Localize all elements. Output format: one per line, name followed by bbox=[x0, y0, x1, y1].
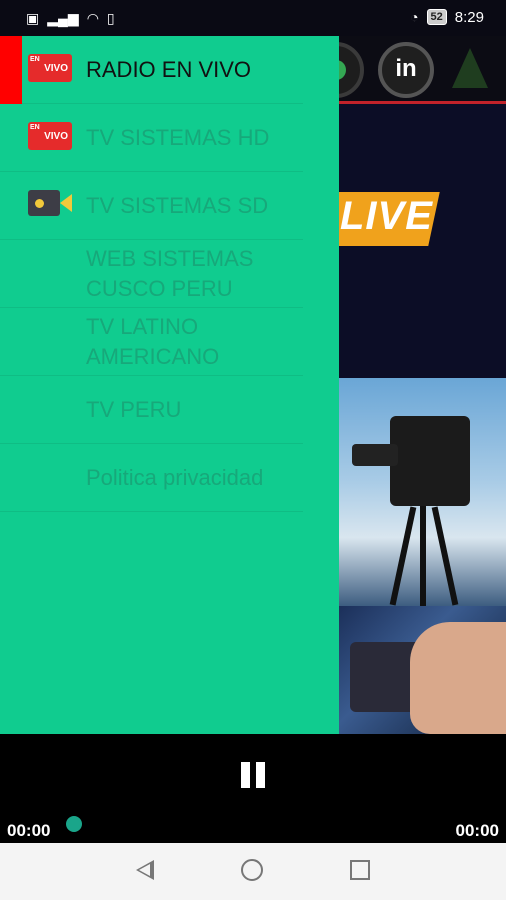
en-vivo-icon: VIVO bbox=[28, 54, 72, 82]
system-nav-bar bbox=[0, 843, 506, 900]
menu-item-label: TV LATINO AMERICANO bbox=[86, 313, 220, 369]
menu-item-label: RADIO EN VIVO bbox=[86, 56, 252, 82]
menu-item-radio-en-vivo[interactable]: VIVO RADIO EN VIVO bbox=[0, 36, 303, 104]
menu-item-label: TV SISTEMAS HD bbox=[86, 124, 270, 150]
tripod-leg bbox=[420, 506, 426, 606]
menu-item-tv-sistemas-hd[interactable]: VIVO TV SISTEMAS HD bbox=[0, 104, 303, 172]
camera-body-shape bbox=[390, 416, 470, 506]
pause-icon[interactable] bbox=[241, 762, 267, 788]
signal-icon: ▂▄▆ bbox=[47, 10, 79, 26]
menu-item-politica[interactable]: Politica privacidad bbox=[0, 444, 303, 512]
status-bar: ▣ ▂▄▆ ◠ ▯ ◔ 52 8:29 bbox=[0, 0, 506, 36]
elapsed-time: 00:00 bbox=[7, 821, 51, 840]
menu-item-label: TV PERU bbox=[86, 396, 182, 422]
active-indicator bbox=[0, 36, 22, 104]
wifi-icon: ◠ bbox=[86, 10, 99, 26]
navigation-drawer: VIVO RADIO EN VIVO VIVO TV SISTEMAS HD T… bbox=[0, 36, 339, 734]
status-time: 8:29 bbox=[454, 8, 484, 26]
battery-icon: 52 bbox=[426, 9, 447, 25]
menu-item-tv-sistemas-sd[interactable]: TV SISTEMAS SD bbox=[0, 172, 303, 240]
menu-item-label: Politica privacidad bbox=[86, 464, 264, 490]
hand-shape bbox=[410, 622, 506, 734]
tree-icon[interactable] bbox=[452, 48, 488, 88]
en-vivo-icon: VIVO bbox=[28, 122, 72, 150]
linkedin-icon[interactable]: in bbox=[378, 42, 434, 98]
live-text: LIVE bbox=[340, 194, 433, 238]
menu-item-label: WEB SISTEMAS CUSCO PERU bbox=[86, 245, 254, 301]
menu-item-label: TV SISTEMAS SD bbox=[86, 192, 269, 218]
menu-item-tv-latino[interactable]: TV LATINO AMERICANO bbox=[0, 308, 303, 376]
back-icon[interactable] bbox=[136, 860, 154, 880]
menu-item-web-sistemas[interactable]: WEB SISTEMAS CUSCO PERU bbox=[0, 240, 303, 308]
seek-thumb[interactable] bbox=[66, 816, 82, 832]
camera-lens-shape bbox=[352, 444, 398, 466]
vibrate-icon: ▯ bbox=[106, 10, 115, 26]
recents-icon[interactable] bbox=[350, 860, 370, 880]
notification-icon: ▣ bbox=[26, 10, 40, 26]
status-right-icons: ◔ 52 8:29 bbox=[410, 8, 484, 26]
status-left-icons: ▣ ▂▄▆ ◠ ▯ bbox=[26, 9, 115, 27]
duration-time: 00:00 bbox=[455, 821, 499, 840]
menu-item-tv-peru[interactable]: TV PERU bbox=[0, 376, 303, 444]
data-saver-icon: ◔ bbox=[410, 9, 419, 25]
home-icon[interactable] bbox=[241, 859, 263, 881]
audio-player: 00:00 00:00 bbox=[0, 734, 506, 843]
